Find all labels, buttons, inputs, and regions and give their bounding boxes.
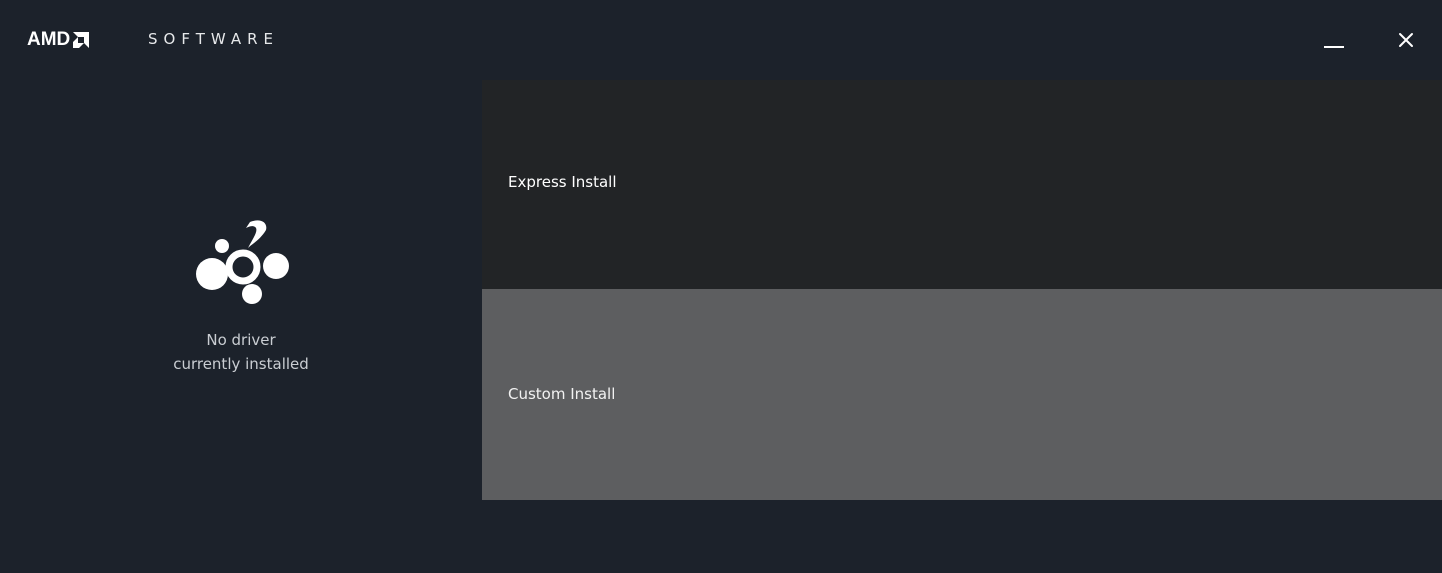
amd-logo-text: AMD bbox=[27, 29, 71, 50]
amd-software-installer-window: AMD SOFTWARE No driver currently install… bbox=[0, 0, 1442, 573]
title-bar: AMD SOFTWARE bbox=[0, 0, 1442, 80]
custom-install-button[interactable]: Custom Install bbox=[482, 289, 1442, 500]
product-name: SOFTWARE bbox=[148, 30, 280, 48]
close-icon bbox=[1399, 33, 1413, 47]
express-install-label: Express Install bbox=[508, 173, 617, 191]
minimize-button[interactable] bbox=[1314, 22, 1354, 58]
status-line-1: No driver bbox=[206, 331, 276, 349]
status-line-2: currently installed bbox=[173, 355, 309, 373]
driver-status-text: No driver currently installed bbox=[0, 328, 482, 376]
driver-status-panel: No driver currently installed bbox=[0, 80, 482, 573]
amd-arrow-icon bbox=[73, 32, 90, 48]
amd-logo: AMD bbox=[27, 28, 91, 52]
no-driver-icon bbox=[196, 220, 289, 304]
express-install-button[interactable]: Express Install bbox=[482, 80, 1442, 289]
minimize-icon bbox=[1324, 46, 1344, 48]
close-button[interactable] bbox=[1386, 22, 1426, 58]
custom-install-label: Custom Install bbox=[508, 385, 616, 403]
